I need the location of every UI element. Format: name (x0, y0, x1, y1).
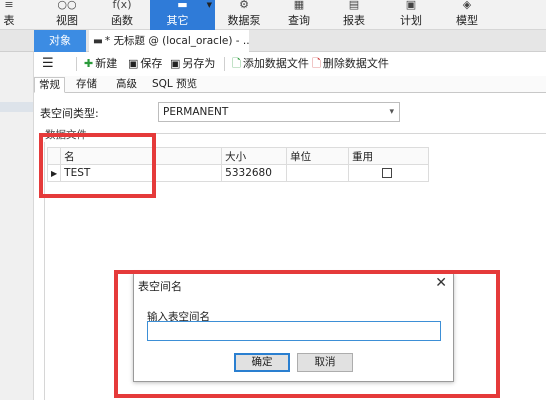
add-datafile-button[interactable]: 🗋 添加数据文件 (232, 56, 309, 72)
tab-sql-preview[interactable]: SQL 预览 (148, 77, 201, 93)
properties-tabs: 常规 存储 高级 SQL 预览 (34, 76, 546, 93)
document-tab-bar: 对象 ▬ * 无标题 @ (local_oracle) - ... (0, 30, 546, 52)
schedule-icon: ▣ (405, 0, 417, 11)
model-icon: ◈ (462, 0, 472, 11)
query-icon: ▦ (293, 0, 305, 11)
new-button[interactable]: ✚ 新建 (84, 56, 117, 72)
highlight-box-dialog (114, 270, 500, 398)
ribbon-view-button[interactable]: ○○ 视图 (48, 0, 86, 30)
save-button[interactable]: ▣ 保存 (128, 56, 162, 72)
tab-doc-label: * 无标题 @ (local_oracle) - ... (104, 35, 249, 47)
other-icon: ▬ (177, 0, 188, 11)
add-file-icon: 🗋 (232, 57, 241, 70)
ribbon-model-button[interactable]: ◈ 模型 (450, 0, 484, 30)
ribbon-datapump-button[interactable]: ⚙ 数据泵 (222, 0, 266, 30)
menu-icon[interactable]: ☰ (42, 56, 54, 72)
toolbar-divider (224, 57, 225, 71)
tab-general[interactable]: 常规 (34, 77, 65, 93)
tab-objects[interactable]: 对象 (34, 30, 86, 52)
tablespace-type-label: 表空间类型: (40, 107, 99, 120)
ribbon-schedule-button[interactable]: ▣ 计划 (394, 0, 428, 30)
save-as-button[interactable]: ▣ 另存为 (170, 56, 215, 72)
delete-datafile-button[interactable]: 🗋 删除数据文件 (312, 56, 389, 72)
cell-size[interactable]: 5332680 (221, 164, 288, 182)
highlight-box-table (39, 133, 156, 198)
tablespace-type-select[interactable]: PERMANENT ▾ (158, 102, 400, 122)
save-as-icon: ▣ (170, 57, 181, 70)
report-icon: ▤ (348, 0, 360, 11)
ribbon-query-button[interactable]: ▦ 查询 (282, 0, 316, 30)
column-header-unit[interactable]: 单位 (286, 147, 350, 165)
delete-file-icon: 🗋 (312, 57, 321, 70)
toolbar-divider (76, 57, 77, 71)
ribbon-other-button[interactable]: ▬ 其它 ▼ (150, 0, 215, 30)
function-icon: f(x) (112, 0, 132, 11)
ribbon-table-button[interactable]: ≡ 表 (0, 0, 22, 30)
tab-advanced[interactable]: 高级 (112, 77, 141, 93)
tablespace-type-value: PERMANENT (163, 106, 229, 118)
editor-toolbar: ☰ ✚ 新建 ▣ 保存 ▣ 另存为 🗋 添加数据文件 🗋 删除数据文件 (34, 52, 546, 76)
tab-untitled-tablespace[interactable]: ▬ * 无标题 @ (local_oracle) - ... (89, 30, 249, 52)
navigation-panel (0, 52, 34, 400)
reuse-checkbox[interactable] (382, 168, 393, 178)
cell-unit[interactable] (286, 164, 350, 182)
tablespace-doc-icon: ▬ (93, 35, 103, 47)
column-header-size[interactable]: 大小 (221, 147, 288, 165)
ribbon-function-button[interactable]: f(x) 函数 (103, 0, 141, 30)
chevron-down-icon: ▾ (389, 107, 394, 117)
cell-reuse[interactable] (348, 164, 430, 182)
dropdown-caret-icon[interactable]: ▼ (207, 1, 212, 9)
tab-storage[interactable]: 存储 (72, 77, 101, 93)
save-icon: ▣ (128, 57, 139, 70)
ribbon-toolbar: ≡ 表 ○○ 视图 f(x) 函数 ▬ 其它 ▼ ⚙ 数据泵 ▦ 查询 ▤ 报表… (0, 0, 546, 30)
table-icon: ≡ (4, 0, 14, 11)
ribbon-report-button[interactable]: ▤ 报表 (337, 0, 371, 30)
column-header-reuse[interactable]: 重用 (348, 147, 430, 165)
new-icon: ✚ (84, 57, 94, 70)
view-icon: ○○ (57, 0, 77, 11)
datapump-icon: ⚙ (239, 0, 249, 11)
navigation-selected-row[interactable] (0, 102, 33, 112)
